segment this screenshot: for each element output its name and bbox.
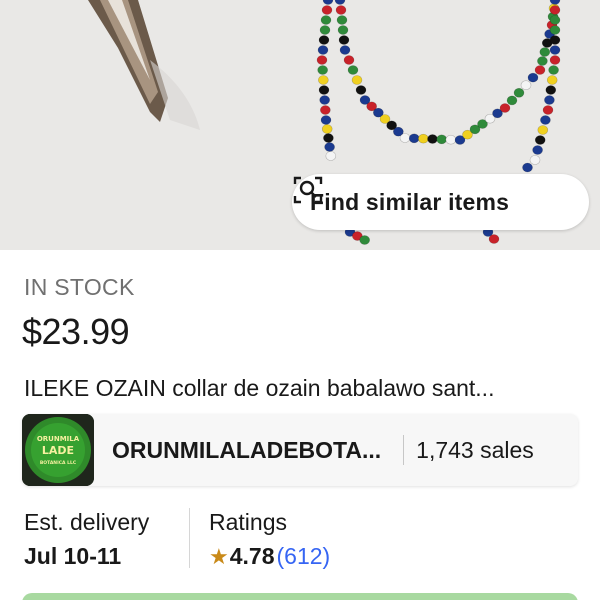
bead <box>338 35 350 45</box>
bead <box>537 56 548 66</box>
logo-text-mid: LADE <box>42 444 74 457</box>
buy-it-now-button[interactable] <box>22 593 578 600</box>
bead <box>544 95 555 105</box>
seller-divider <box>403 435 405 465</box>
ratings-value: ★ 4.78 (612) <box>209 543 330 570</box>
delivery-value: Jul 10-11 <box>24 543 122 569</box>
bead <box>317 45 329 55</box>
bead <box>319 25 331 35</box>
logo-text-bottom: BOTANICA LLC <box>40 460 77 466</box>
bead <box>549 55 561 65</box>
bead <box>318 35 330 45</box>
bead <box>336 15 348 25</box>
bead <box>343 55 355 65</box>
bead <box>399 133 411 143</box>
seller-logo-graphic: ORUNMILA LADE BOTANICA LLC <box>22 414 94 486</box>
bead <box>545 85 557 95</box>
bead <box>325 151 337 161</box>
bead <box>359 235 370 245</box>
bead <box>355 85 367 95</box>
seller-logo: ORUNMILA LADE BOTANICA LLC <box>22 414 94 486</box>
bead <box>322 0 334 5</box>
bead <box>527 72 539 83</box>
bead <box>537 125 549 135</box>
bead <box>351 75 363 85</box>
bead <box>534 135 546 145</box>
logo-text-top: ORUNMILA <box>37 435 80 443</box>
bead <box>549 5 561 15</box>
bead <box>522 162 533 173</box>
bead <box>320 15 332 25</box>
bead <box>324 142 335 152</box>
bead <box>318 75 329 85</box>
bead <box>321 124 333 134</box>
bead <box>549 15 561 25</box>
delivery-label: Est. delivery <box>24 509 150 535</box>
bead <box>418 133 429 144</box>
bead <box>488 234 500 244</box>
bead <box>506 95 518 106</box>
price: $23.99 <box>22 311 130 352</box>
bead <box>549 25 561 35</box>
bead <box>529 155 541 165</box>
bead <box>539 47 551 57</box>
bead <box>321 5 333 15</box>
bead <box>542 105 554 115</box>
bead <box>540 115 551 125</box>
bead <box>347 65 359 75</box>
bead <box>427 134 438 144</box>
bead <box>318 85 330 95</box>
stock-status: IN STOCK <box>24 274 135 300</box>
listing-title[interactable]: ILEKE OZAIN collar de ozain babalawo san… <box>24 375 494 402</box>
find-similar-label: Find similar items <box>310 188 510 215</box>
image-search-icon <box>293 176 323 204</box>
bead <box>334 0 346 5</box>
bead <box>532 145 543 155</box>
bead <box>549 45 561 55</box>
seller-card[interactable]: ORUNMILA LADE BOTANICA LLC ORUNMILALADEB… <box>22 414 578 486</box>
bead <box>499 103 511 113</box>
product-image[interactable]: Find similar items <box>0 0 600 250</box>
seller-sales: 1,743 sales <box>416 436 534 463</box>
ratings-score: 4.78 <box>229 543 275 569</box>
bead <box>323 133 334 143</box>
bead <box>408 133 420 144</box>
bead <box>339 45 351 55</box>
bead <box>337 25 349 35</box>
bead <box>548 65 559 75</box>
ratings-label: Ratings <box>209 509 287 535</box>
star-icon: ★ <box>209 544 229 569</box>
bead <box>549 35 561 45</box>
info-divider <box>189 508 190 568</box>
bead <box>320 105 331 115</box>
ratings-count-link[interactable]: (612) <box>277 543 331 570</box>
bead <box>317 65 328 75</box>
bead <box>549 0 561 5</box>
bead <box>316 55 328 65</box>
seller-name: ORUNMILALADEBOTA... <box>112 436 382 463</box>
bead <box>436 134 447 145</box>
bead <box>534 65 546 75</box>
bead <box>335 5 347 15</box>
bead <box>513 88 525 98</box>
bead <box>520 80 532 90</box>
bead <box>320 115 332 125</box>
bead <box>546 75 558 85</box>
find-similar-button[interactable]: Find similar items <box>292 174 589 230</box>
bead <box>445 134 457 145</box>
bead <box>319 95 330 105</box>
